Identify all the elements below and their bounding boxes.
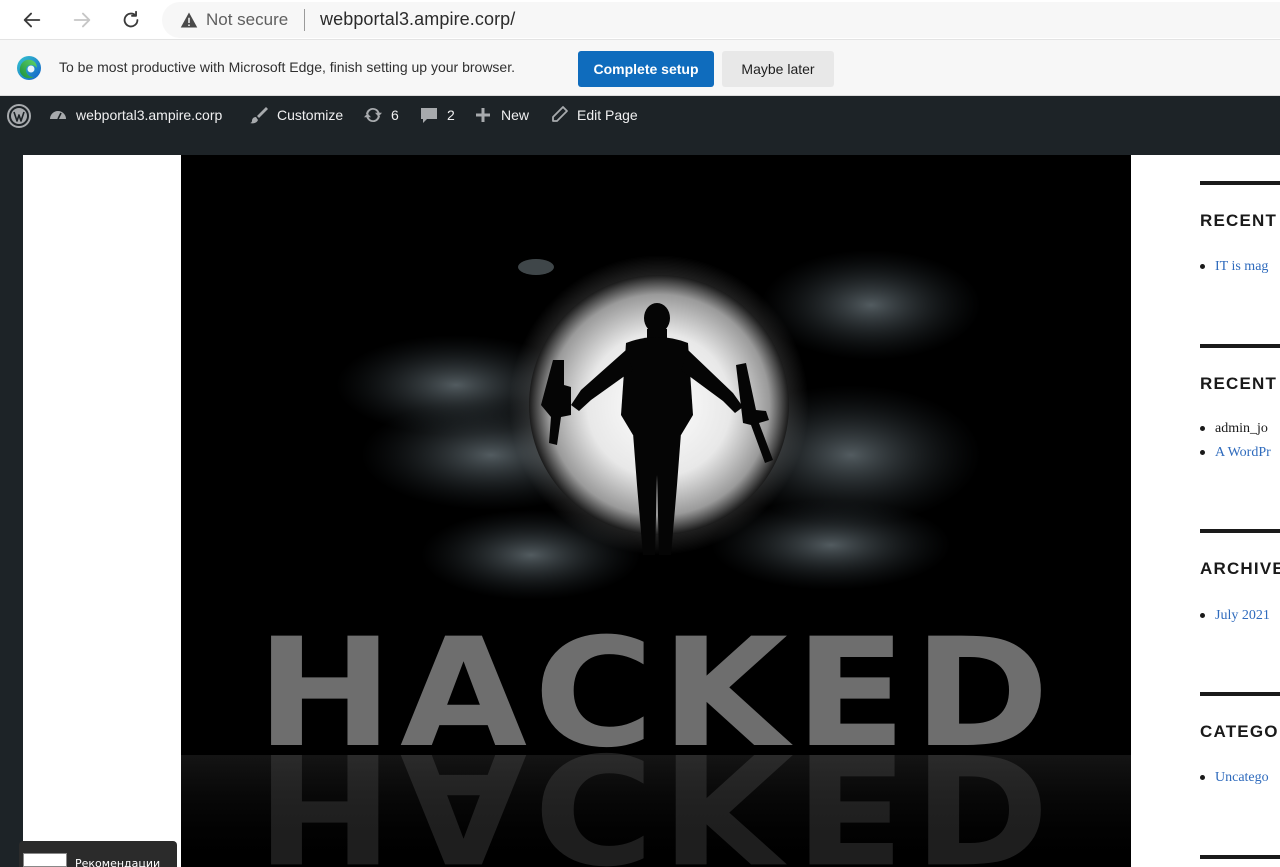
arrow-left-icon <box>23 12 41 28</box>
archive-link[interactable]: July 2021 <box>1200 608 1270 624</box>
wp-admin-bar: webportal3.ampire.corp Customize 6 2 New… <box>0 96 1280 134</box>
url-separator <box>304 9 305 31</box>
updates-menu[interactable]: 6 <box>363 96 399 134</box>
brush-icon <box>250 107 268 124</box>
recent-comment-author: admin_jo <box>1200 421 1268 437</box>
category-link[interactable]: Uncatego <box>1200 770 1269 786</box>
new-label: New <box>501 107 530 123</box>
widget-divider <box>1200 855 1280 859</box>
refresh-icon <box>123 10 139 28</box>
widget-divider <box>1200 692 1280 696</box>
site-name-label: webportal3.ampire.corp <box>76 107 223 123</box>
widget-title-archives: ARCHIVE <box>1200 559 1280 578</box>
back-button[interactable] <box>16 4 48 36</box>
warning-triangle-icon[interactable] <box>180 11 198 29</box>
comments-count: 2 <box>447 107 455 123</box>
address-bar[interactable]: Not secure webportal3.ampire.corp/ <box>162 2 1280 38</box>
widget-divider <box>1200 181 1280 185</box>
recent-post-link[interactable]: IT is mag <box>1200 259 1268 275</box>
hero-image: HACKED HACKED <box>181 155 1131 867</box>
sidebar: RECENT IT is mag RECENT admin_jo A WordP… <box>1200 155 1280 867</box>
update-icon <box>364 107 382 123</box>
taskbar-preview[interactable]: Рекомендации <box>19 841 177 867</box>
cloud-shape <box>518 259 554 275</box>
forward-button[interactable] <box>66 4 98 36</box>
edge-logo-icon <box>17 56 41 80</box>
browser-toolbar: Not secure webportal3.ampire.corp/ <box>0 0 1280 40</box>
wordpress-logo-icon[interactable] <box>6 103 32 129</box>
arrow-right-icon <box>73 12 91 28</box>
preview-label: Рекомендации <box>75 857 161 867</box>
widget-title-recent-posts: RECENT <box>1200 211 1278 230</box>
customize-menu[interactable]: Customize <box>249 96 343 134</box>
comments-menu[interactable]: 2 <box>419 96 455 134</box>
new-content-menu[interactable]: New <box>473 96 529 134</box>
comment-icon <box>421 108 437 123</box>
dashboard-icon <box>50 111 66 120</box>
setup-infobar: To be most productive with Microsoft Edg… <box>0 40 1280 96</box>
infobar-message: To be most productive with Microsoft Edg… <box>59 59 515 75</box>
widget-title-categories: CATEGO <box>1200 722 1279 741</box>
url-text[interactable]: webportal3.ampire.corp/ <box>320 9 515 30</box>
pencil-icon <box>552 106 568 122</box>
customize-label: Customize <box>277 107 344 123</box>
recent-comment-link[interactable]: A WordPr <box>1200 445 1271 461</box>
widget-title-recent-comments: RECENT <box>1200 374 1278 393</box>
edit-page-label: Edit Page <box>577 107 638 123</box>
maybe-later-button[interactable]: Maybe later <box>722 51 834 87</box>
complete-setup-button[interactable]: Complete setup <box>578 51 714 87</box>
site-name-menu[interactable]: webportal3.ampire.corp <box>48 96 222 134</box>
widget-divider <box>1200 344 1280 348</box>
reflection-fade <box>181 755 1131 867</box>
reload-button[interactable] <box>115 4 147 36</box>
widget-divider <box>1200 529 1280 533</box>
edit-page-menu[interactable]: Edit Page <box>549 96 638 134</box>
hacked-banner-graphic: HACKED HACKED <box>181 250 1131 867</box>
plus-icon <box>476 108 490 122</box>
updates-count: 6 <box>391 107 399 123</box>
security-label[interactable]: Not secure <box>206 10 288 30</box>
preview-thumbnail <box>23 853 67 867</box>
